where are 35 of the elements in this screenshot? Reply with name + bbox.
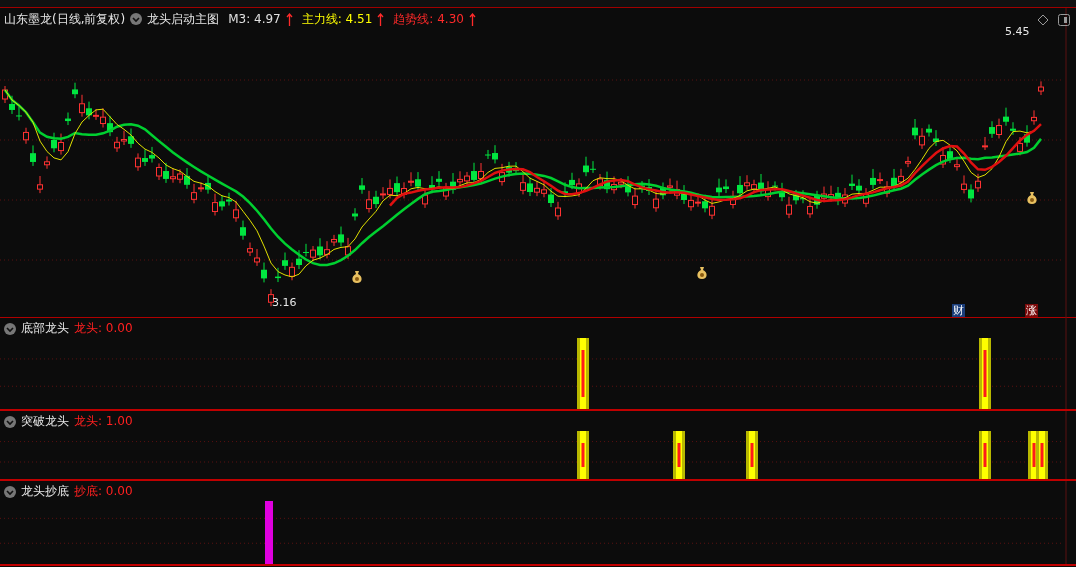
price-label: 5.45 (1005, 25, 1030, 38)
signal-bar (673, 431, 685, 479)
event-marker[interactable]: 涨 (1025, 304, 1038, 317)
up-arrow-icon (377, 12, 385, 26)
indicator-value: 主力线: 4.51 (301, 10, 373, 28)
up-arrow-icon (468, 12, 476, 26)
indicator-value: 龙头: 1.00 (74, 413, 133, 430)
money-bag-icon (695, 266, 709, 280)
indicator-value: 抄底: 0.00 (74, 483, 133, 500)
panel-title: 龙头抄底 (21, 483, 69, 500)
signal-bar (979, 338, 991, 409)
panel-title: 突破龙头 (21, 413, 69, 430)
diamond-icon[interactable] (1037, 14, 1049, 26)
up-arrow-icon (285, 12, 293, 26)
signal-bar (746, 431, 758, 479)
money-bag-icon (1025, 191, 1039, 205)
indicator-name: 龙头启动主图 (147, 10, 220, 28)
event-marker[interactable]: 财 (952, 304, 965, 317)
indicator-value: 龙头: 0.00 (74, 320, 133, 337)
money-bag-icon (350, 270, 364, 284)
price-label: 3.16 (272, 296, 297, 309)
signal-bar (265, 501, 273, 564)
panel-toggle-icon[interactable] (1058, 14, 1070, 26)
signal-bar (1036, 431, 1048, 479)
collapse-icon[interactable] (4, 322, 16, 335)
indicator-value: 趋势线: 4.30 (393, 10, 464, 28)
signal-bar (577, 431, 589, 479)
collapse-icon[interactable] (4, 415, 16, 428)
signal-bar (979, 431, 991, 479)
stock-title: 山东墨龙(日线,前复权) (4, 10, 126, 28)
panel-title: 底部龙头 (21, 320, 69, 337)
collapse-icon[interactable] (130, 13, 143, 25)
collapse-icon[interactable] (4, 485, 16, 498)
indicator-value: M3: 4.97 (228, 12, 281, 26)
signal-bar (577, 338, 589, 409)
